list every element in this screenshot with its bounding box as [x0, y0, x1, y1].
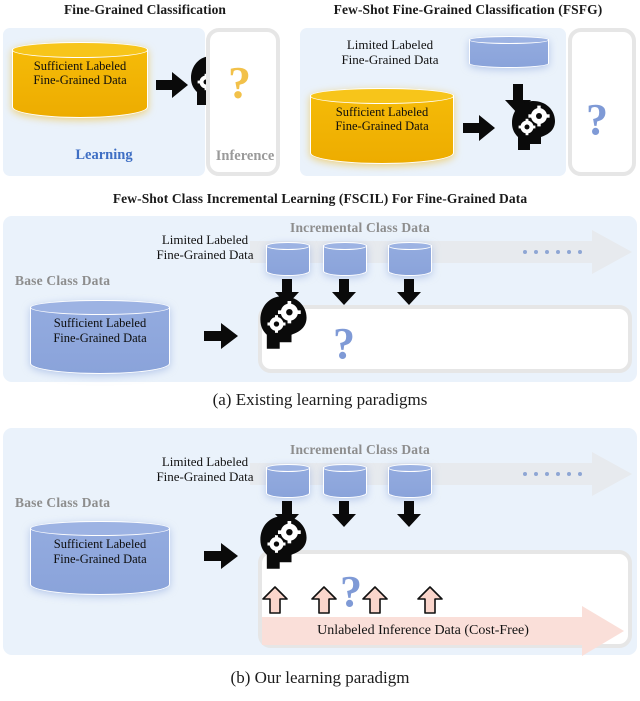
- cylinder-top-ellipse: [310, 88, 454, 104]
- incremental-cylinder-2-a: [323, 242, 367, 276]
- learning-arrow-top-left: [156, 72, 188, 98]
- top-left-title: Fine-Grained Classification: [63, 2, 227, 17]
- cylinder-label-line2: Fine-Grained Data: [53, 552, 147, 567]
- incremental-cylinder-1-a: [266, 242, 310, 276]
- learning-arrow-b: [204, 543, 238, 569]
- cylinder-label-line2: Fine-Grained Data: [335, 119, 429, 134]
- stream-arrow-head: [592, 230, 632, 274]
- question-mark-icon-b: ?: [340, 567, 362, 616]
- limited-line1: Limited Labeled: [161, 232, 249, 247]
- cylinder-label-line2: Fine-Grained Data: [53, 331, 147, 346]
- base-class-data-label-a: Base Class Data: [15, 273, 111, 288]
- limited-line2: Fine-Grained Data: [156, 246, 254, 262]
- unlabeled-up-arrow-4: [417, 586, 443, 614]
- base-class-data-label-b: Base Class Data: [15, 495, 111, 510]
- stream-dots: [523, 250, 582, 254]
- cylinder-label-line1: Sufficient Labeled: [53, 537, 147, 552]
- model-head-icon-a: [258, 295, 310, 353]
- limited-line1: Limited Labeled: [346, 37, 434, 52]
- cylinder-label-line1: Sufficient Labeled: [33, 58, 127, 73]
- cylinder-label: Sufficient Labeled Fine-Grained Data: [310, 105, 454, 135]
- limited-labeled-text-top-right: Limited Labeled Fine-Grained Data: [310, 37, 470, 68]
- incremental-cylinder-3-b: [388, 464, 432, 498]
- limited-line2: Fine-Grained Data: [341, 51, 439, 67]
- unlabeled-up-arrow-2: [311, 586, 337, 614]
- limited-labeled-cylinder-top-right: [469, 36, 549, 68]
- learning-label-top-left: Learning: [75, 147, 133, 163]
- panel-a-title: Few-Shot Class Incremental Learning (FSC…: [112, 191, 528, 206]
- limited-labeled-text-b: Limited Labeled Fine-Grained Data: [135, 454, 275, 485]
- incremental-cylinder-2-b: [323, 464, 367, 498]
- panel-a-caption: (a) Existing learning paradigms: [212, 390, 428, 409]
- learning-arrow-a: [204, 323, 238, 349]
- sufficient-labeled-cylinder-top-left: Sufficient Labeled Fine-Grained Data: [12, 42, 148, 118]
- sufficient-labeled-cylinder-top-right: Sufficient Labeled Fine-Grained Data: [310, 88, 454, 164]
- incremental-cylinder-3-a: [388, 242, 432, 276]
- model-head-icon-b: [258, 515, 310, 573]
- incremental-class-data-label-b: Incremental Class Data: [290, 442, 430, 457]
- cylinder-label: Sufficient Labeled Fine-Grained Data: [30, 316, 170, 346]
- model-head-icon-top-right: [510, 100, 558, 154]
- limited-labeled-text-a: Limited Labeled Fine-Grained Data: [135, 232, 275, 263]
- cylinder-top-ellipse: [12, 42, 148, 58]
- stream-dots: [523, 472, 582, 476]
- cylinder-label-line1: Sufficient Labeled: [335, 104, 429, 119]
- top-right-title: Few-Shot Fine-Grained Classification (FS…: [333, 2, 603, 17]
- incremental-down-arrow-2-b: [332, 501, 356, 527]
- incremental-cylinder-1-b: [266, 464, 310, 498]
- base-class-cylinder-a: Sufficient Labeled Fine-Grained Data: [30, 300, 170, 374]
- question-mark-icon-top-left: ?: [228, 57, 251, 108]
- cylinder-label-line2: Fine-Grained Data: [33, 73, 127, 88]
- stream-arrow-head: [592, 452, 632, 496]
- panel-a-inference-box: [258, 305, 632, 373]
- inference-label-top-left: Inference: [215, 148, 275, 164]
- learning-arrow-top-right: [463, 115, 495, 141]
- question-mark-icon-a: ?: [333, 319, 355, 368]
- limited-line2: Fine-Grained Data: [156, 468, 254, 484]
- incremental-down-arrow-3-b: [397, 501, 421, 527]
- base-class-cylinder-b: Sufficient Labeled Fine-Grained Data: [30, 521, 170, 595]
- limited-line1: Limited Labeled: [161, 454, 249, 469]
- pink-band-arrow-head: [582, 606, 624, 656]
- cylinder-label: Sufficient Labeled Fine-Grained Data: [30, 537, 170, 567]
- unlabeled-up-arrow-1: [262, 586, 288, 614]
- panel-b-caption: (b) Our learning paradigm: [230, 668, 410, 687]
- incremental-down-arrow-3-a: [397, 279, 421, 305]
- cylinder-label-line1: Sufficient Labeled: [53, 316, 147, 331]
- unlabeled-inference-band: Unlabeled Inference Data (Cost-Free): [262, 606, 624, 656]
- incremental-class-data-label-a: Incremental Class Data: [290, 220, 430, 235]
- question-mark-icon-top-right: ?: [586, 95, 608, 144]
- unlabeled-band-label: Unlabeled Inference Data (Cost-Free): [317, 623, 529, 638]
- cylinder-label: Sufficient Labeled Fine-Grained Data: [12, 59, 148, 89]
- unlabeled-up-arrow-3: [362, 586, 388, 614]
- cylinder-top-ellipse: [469, 36, 549, 44]
- incremental-down-arrow-2-a: [332, 279, 356, 305]
